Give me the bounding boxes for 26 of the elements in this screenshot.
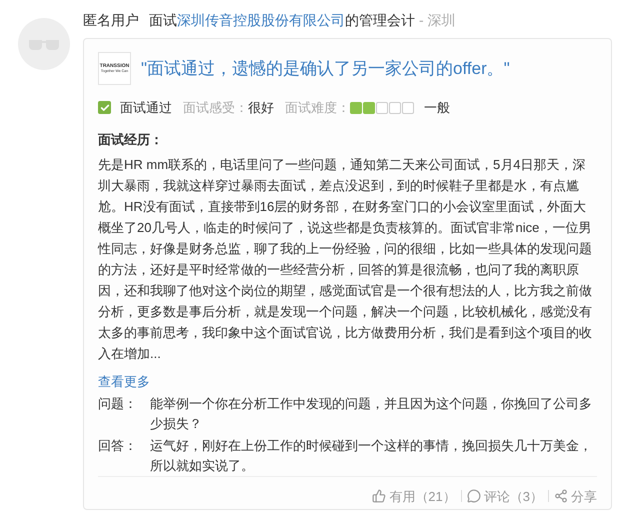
action-button[interactable]: 分享 <box>554 486 597 506</box>
review-title: "面试通过，遗憾的是确认了另一家公司的offer。" <box>141 58 510 80</box>
action-button[interactable]: 评论（3） <box>466 486 543 506</box>
feeling-value: 很好 <box>248 99 274 117</box>
experience-text: 先是HR mm联系的，电话里问了一些问题，通知第二天来公司面试，5月4日那天，深圳大暴雨，我就这样穿过暴雨去面试，差点没迟到，到的时候鞋子里都是水，有点尴尬。HR没有面试，直接带到16层的财务部，在财务室门口的小会议室里面试，外面大概坐了20几号人，临走的时候问了，说这些都是负责核算的。面试官非常nice，一位男性同志，好像是财务总监，聊了我的上一份经验，问的很细，比如一些具体的发现问题的方法，还好是平时经常做的一些经营分析，回答的算是很流畅，也问了我的离职原因，还和我聊了他对这个岗位的期望，感觉面试官是一个很有想法的人，比方我之前做分析，更多数是事后分析，就是发现一个问题，解决一个问题，比较机械化，感觉没有太多的事前思考，我印象中这个面试官说，比方做费用分析，我们是看到这个项目的收入在增加... <box>98 156 593 363</box>
comment-icon <box>466 489 481 504</box>
qa-text: 运气好，刚好在上份工作的时候碰到一个这样的事情，挽回损失几十万美金，所以就如实说了。 <box>150 436 593 474</box>
thumbs-up-icon <box>372 489 386 504</box>
difficulty-label: 面试难度： <box>285 99 350 117</box>
qa-label: 问题： <box>98 394 138 412</box>
user-name: 匿名用户 <box>83 10 139 30</box>
view-more-link[interactable]: 查看更多 <box>98 372 150 392</box>
action-button[interactable]: 有用（21） <box>372 486 456 506</box>
difficulty-value: 一般 <box>424 99 450 117</box>
share-icon <box>554 489 568 504</box>
company-link[interactable]: 深圳传音控股股份有限公司 <box>177 10 345 30</box>
job-title: 的管理会计 <box>345 10 415 30</box>
feeling-label: 面试感受： <box>183 99 248 117</box>
city: 深圳 <box>428 10 456 30</box>
qa-text: 能举例一个你在分析工作中发现的问题，并且因为这个问题，你挽回了公司多少损失？ <box>150 394 593 432</box>
job-prefix: 面试 <box>149 10 177 30</box>
avatar-icon <box>18 18 70 70</box>
experience-heading: 面试经历： <box>98 130 164 148</box>
pass-label: 面试通过 <box>120 99 172 117</box>
separator: - <box>419 10 424 30</box>
qa-label: 回答： <box>98 436 138 454</box>
